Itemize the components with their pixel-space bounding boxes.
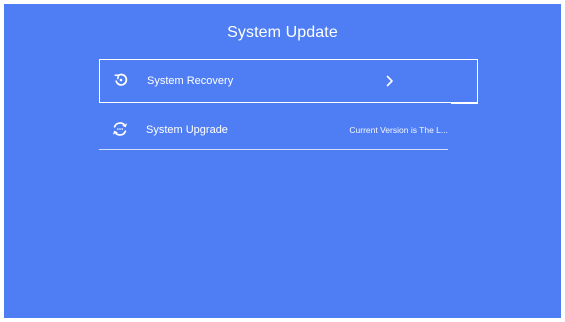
chevron-right-icon (386, 75, 393, 87)
menu-item-system-recovery[interactable]: System Recovery (99, 59, 478, 104)
focus-indicator (451, 102, 478, 104)
system-update-screen: System Update System Recovery System Upg… (4, 4, 561, 318)
recovery-icon (114, 73, 128, 86)
menu-item-label: System Upgrade (146, 124, 228, 136)
menu-item-system-upgrade[interactable]: System Upgrade Current Version is The L.… (99, 110, 448, 150)
page-title: System Update (227, 24, 338, 41)
divider (99, 149, 448, 150)
current-version-status: Current Version is The L... (349, 125, 448, 135)
menu-item-label: System Recovery (147, 75, 234, 87)
upgrade-icon (113, 122, 127, 136)
